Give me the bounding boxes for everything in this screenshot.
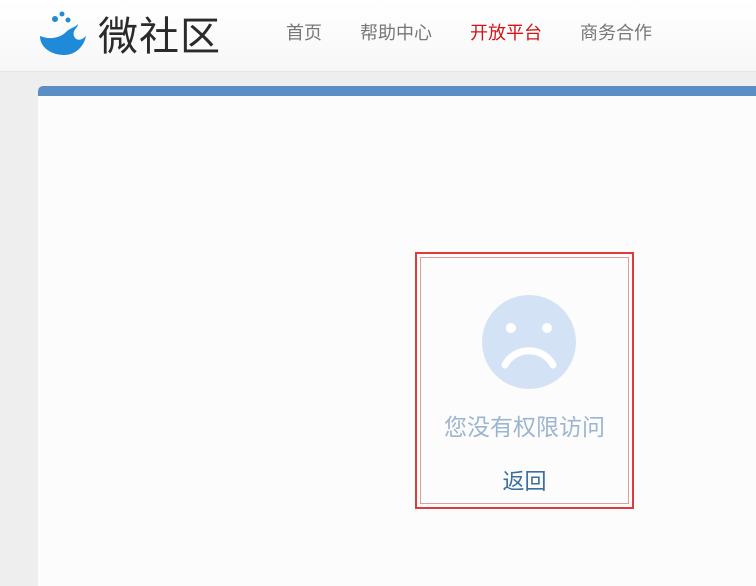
site-logo[interactable]: 微社区: [36, 8, 221, 60]
nav-home[interactable]: 首页: [286, 22, 322, 46]
nav-open-platform[interactable]: 开放平台: [470, 22, 542, 46]
logo-text: 微社区: [98, 14, 221, 60]
nav-help-center[interactable]: 帮助中心: [360, 22, 432, 46]
main-nav: 首页 帮助中心 开放平台 商务合作: [286, 22, 690, 46]
whale-icon: [40, 11, 86, 55]
error-box: 您没有权限访问 返回: [415, 252, 634, 509]
content-panel: [38, 86, 756, 586]
nav-business[interactable]: 商务合作: [580, 22, 652, 46]
top-header: 微社区 首页 帮助中心 开放平台 商务合作: [0, 0, 756, 72]
back-link[interactable]: 返回: [417, 464, 632, 496]
error-message: 您没有权限访问: [444, 415, 605, 441]
sad-face-icon: [482, 295, 576, 389]
